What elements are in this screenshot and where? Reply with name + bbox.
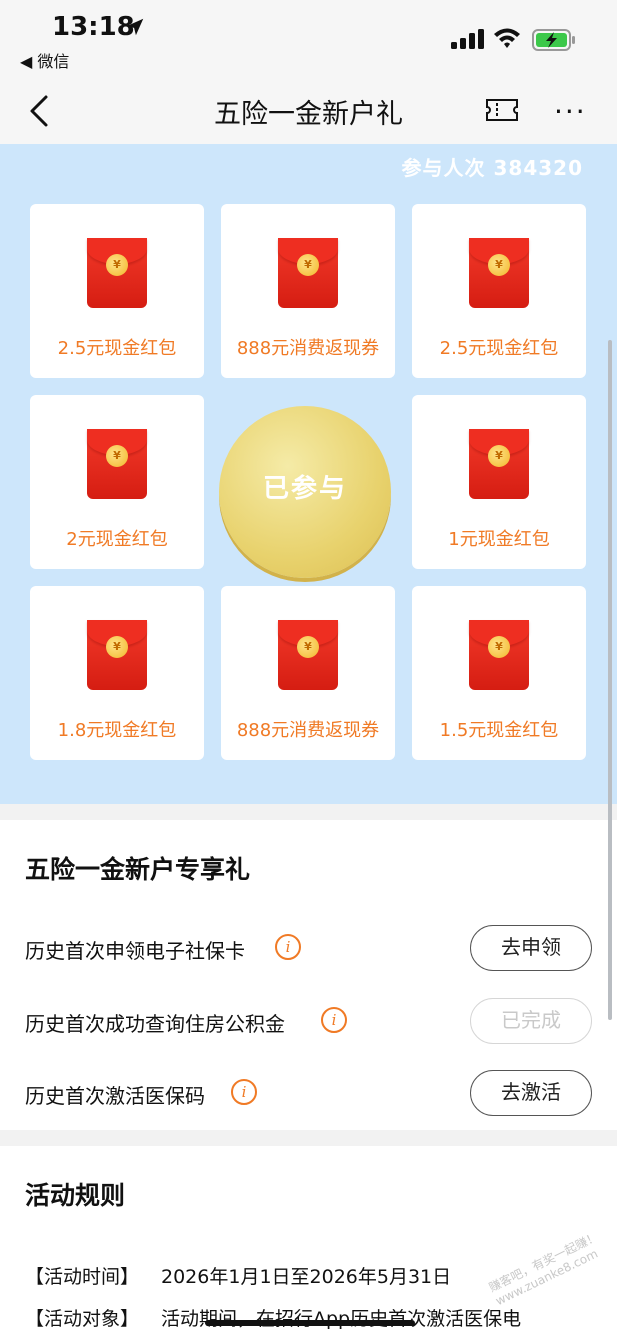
prize-cell: ¥ 1元现金红包 bbox=[412, 395, 586, 569]
rule-row: 【活动对象】 活动期间，在招行App历史首次激活医保电 bbox=[25, 1304, 521, 1331]
task-section-title: 五险一金新户专享礼 bbox=[25, 855, 251, 884]
lottery-panel: 参与人次 384320 ¥ 2.5元现金红包 ¥ 888元消费返现券 ¥ 2.5… bbox=[0, 144, 617, 804]
prize-cell: ¥ 2.5元现金红包 bbox=[412, 204, 586, 378]
participant-count: 参与人次 384320 bbox=[401, 156, 583, 180]
rules-title: 活动规则 bbox=[25, 1181, 126, 1210]
red-envelope-icon: ¥ bbox=[278, 620, 338, 690]
prize-cell: ¥ 1.8元现金红包 bbox=[30, 586, 204, 760]
activate-medical-code-button[interactable]: 去激活 bbox=[470, 1070, 592, 1116]
scrollbar[interactable] bbox=[608, 340, 612, 1020]
prize-cell: ¥ 888元消费返现券 bbox=[221, 204, 395, 378]
cellular-signal-icon bbox=[451, 29, 484, 49]
battery-charging-icon bbox=[532, 29, 575, 51]
red-envelope-icon: ¥ bbox=[87, 429, 147, 499]
rule-value: 2026年1月1日至2026年5月31日 bbox=[161, 1266, 452, 1288]
info-icon[interactable]: i bbox=[231, 1079, 257, 1105]
info-icon[interactable]: i bbox=[321, 1007, 347, 1033]
red-envelope-icon: ¥ bbox=[469, 238, 529, 308]
claim-social-card-button[interactable]: 去申领 bbox=[470, 925, 592, 971]
task-row: 历史首次成功查询住房公积金 i 已完成 bbox=[25, 998, 595, 1046]
ticket-icon[interactable] bbox=[485, 98, 519, 122]
info-icon[interactable]: i bbox=[275, 934, 301, 960]
red-envelope-icon: ¥ bbox=[469, 429, 529, 499]
page-title: 五险一金新户礼 bbox=[214, 99, 403, 130]
red-envelope-icon: ¥ bbox=[87, 620, 147, 690]
navigation-bar: 五险一金新户礼 ··· bbox=[0, 80, 617, 144]
task-card: 五险一金新户专享礼 历史首次申领电子社保卡 i 去申领 历史首次成功查询住房公积… bbox=[0, 820, 617, 1130]
red-envelope-icon: ¥ bbox=[469, 620, 529, 690]
prize-cell: ¥ 2元现金红包 bbox=[30, 395, 204, 569]
prize-label: 2.5元现金红包 bbox=[57, 338, 177, 359]
rule-value: 活动期间，在招行App历史首次激活医保电 bbox=[161, 1308, 522, 1330]
rule-row: 【活动时间】 2026年1月1日至2026年5月31日 bbox=[25, 1262, 451, 1289]
prize-cell: ¥ 2.5元现金红包 bbox=[30, 204, 204, 378]
home-indicator[interactable] bbox=[205, 1320, 415, 1326]
prize-label: 1元现金红包 bbox=[448, 529, 550, 550]
red-envelope-icon: ¥ bbox=[87, 238, 147, 308]
prize-label: 2.5元现金红包 bbox=[439, 338, 559, 359]
prize-label: 1.5元现金红包 bbox=[439, 720, 559, 741]
prize-label: 2元现金红包 bbox=[66, 529, 168, 550]
status-bar: 13:18 ◀ 微信 bbox=[0, 0, 617, 80]
task-row: 历史首次激活医保码 i 去激活 bbox=[25, 1070, 595, 1118]
draw-button-label: 已参与 bbox=[262, 474, 347, 504]
completed-button: 已完成 bbox=[470, 998, 592, 1044]
location-arrow-icon bbox=[126, 18, 144, 36]
prize-label: 888元消费返现券 bbox=[236, 720, 380, 741]
status-time: 13:18 bbox=[52, 12, 135, 42]
prize-cell: ¥ 1.5元现金红包 bbox=[412, 586, 586, 760]
task-label: 历史首次成功查询住房公积金 bbox=[25, 1012, 285, 1036]
app-screen: 13:18 ◀ 微信 五险一金新户礼 ··· 参与人次 384320 ¥ 2.5… bbox=[0, 0, 617, 1334]
wifi-icon bbox=[494, 28, 520, 48]
task-row: 历史首次申领电子社保卡 i 去申领 bbox=[25, 925, 595, 973]
prize-cell: ¥ 888元消费返现券 bbox=[221, 586, 395, 760]
prize-label: 888元消费返现券 bbox=[236, 338, 380, 359]
prize-label: 1.8元现金红包 bbox=[57, 720, 177, 741]
red-envelope-icon: ¥ bbox=[278, 238, 338, 308]
draw-button[interactable]: 已参与 bbox=[219, 406, 391, 578]
more-menu-icon[interactable]: ··· bbox=[554, 95, 587, 128]
back-to-wechat-link[interactable]: ◀ 微信 bbox=[20, 48, 69, 72]
task-label: 历史首次申领电子社保卡 bbox=[25, 939, 245, 963]
rule-key: 【活动时间】 bbox=[25, 1266, 140, 1288]
task-label: 历史首次激活医保码 bbox=[25, 1084, 205, 1108]
rules-card: 活动规则 【活动时间】 2026年1月1日至2026年5月31日 【活动对象】 活动… bbox=[0, 1146, 617, 1334]
rule-key: 【活动对象】 bbox=[25, 1308, 140, 1330]
